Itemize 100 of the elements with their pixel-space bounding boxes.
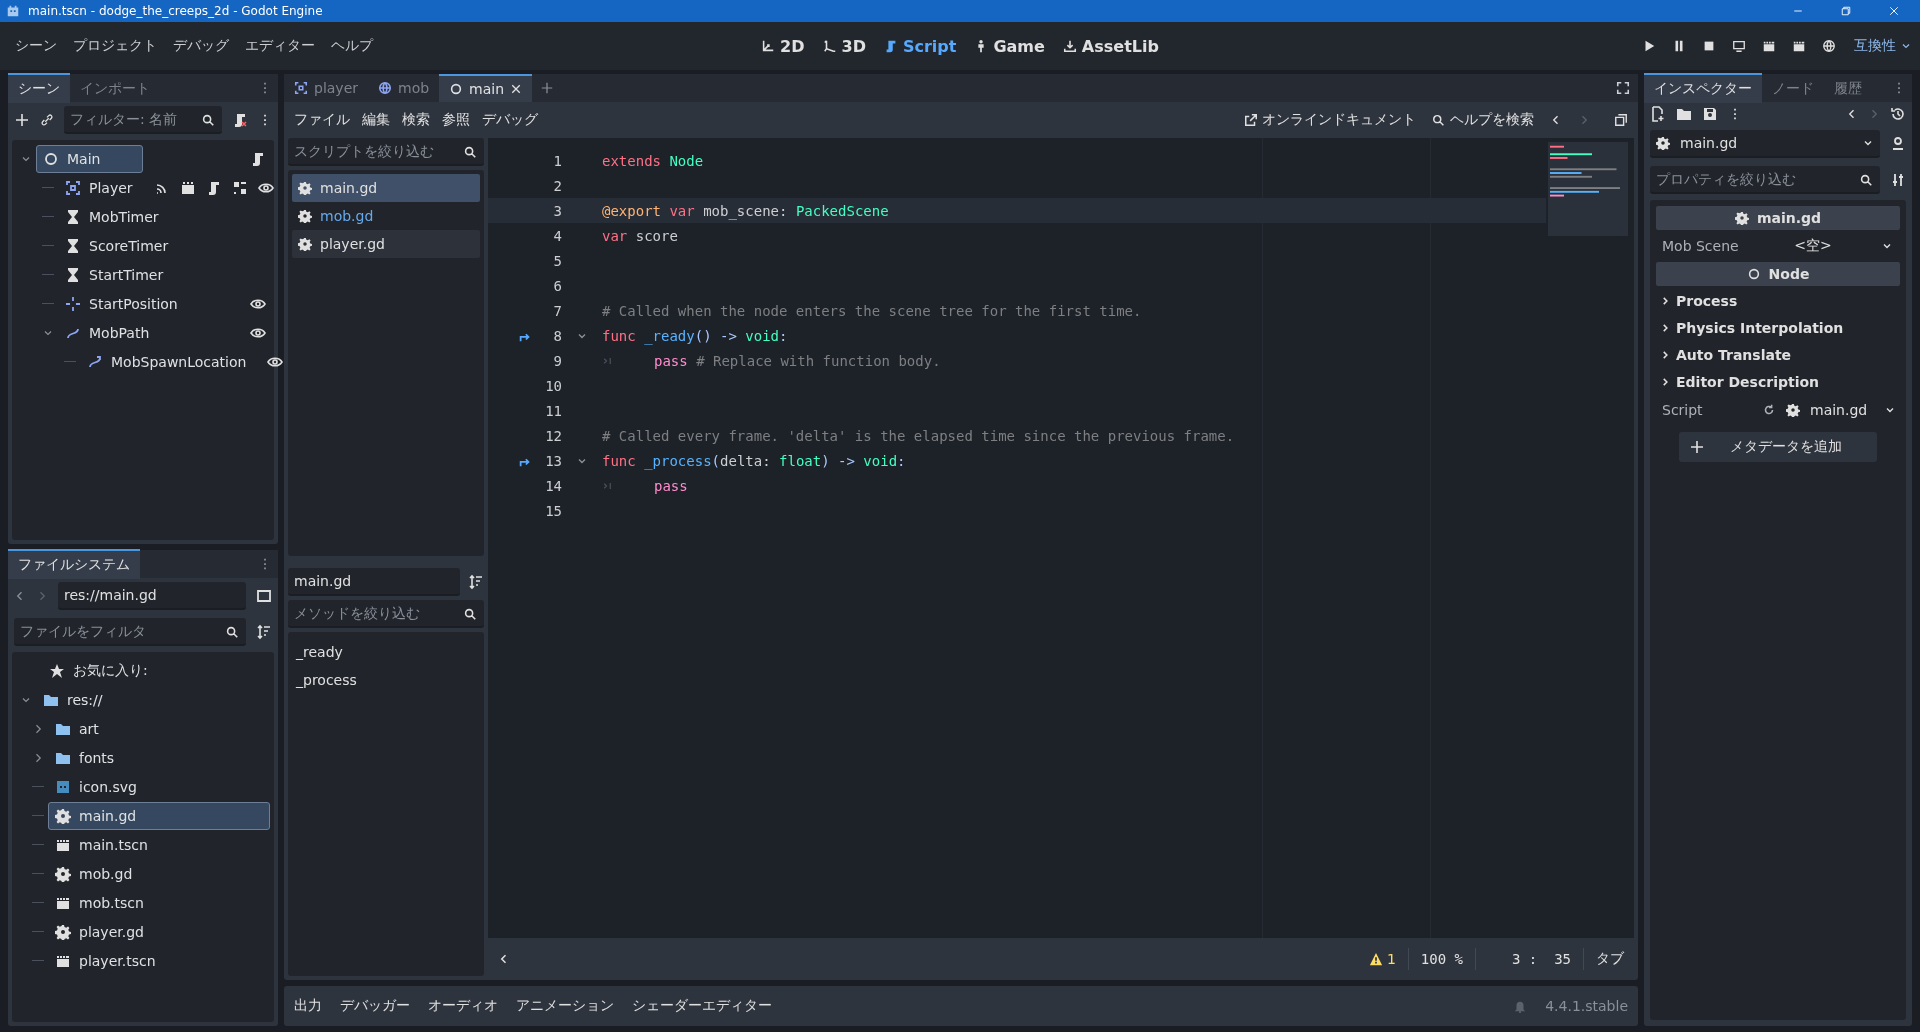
dock-tab[interactable]: シーン xyxy=(8,73,70,103)
dock-tab[interactable]: ノード xyxy=(1762,74,1824,102)
property-value[interactable]: main.gd xyxy=(1786,402,1868,418)
tree-item[interactable]: player.tscn xyxy=(48,946,163,975)
resource-dropdown[interactable]: main.gd xyxy=(1650,130,1880,158)
dock-tab[interactable]: インポート xyxy=(70,74,160,102)
menu-item[interactable]: ファイル xyxy=(294,111,350,129)
code-line: extends Node xyxy=(602,152,704,169)
property-group[interactable]: Auto Translate xyxy=(1656,342,1900,367)
workspace-button[interactable]: 2D xyxy=(754,32,812,60)
code-line: @export var mob_scene: PackedScene xyxy=(602,202,889,219)
tree-item[interactable]: res:// xyxy=(36,685,110,714)
bottom-tab[interactable]: アニメーション xyxy=(516,997,614,1015)
tree-item[interactable]: お気に入り: xyxy=(42,656,155,685)
bottom-tab[interactable]: デバッガー xyxy=(340,997,410,1015)
property-group[interactable]: Process xyxy=(1656,288,1900,313)
method-item[interactable]: _ready xyxy=(292,638,480,666)
tree-item[interactable]: MobSpawnLocation xyxy=(80,347,254,376)
indent-mode[interactable]: タブ xyxy=(1596,950,1624,968)
zoom-level[interactable]: 100 % xyxy=(1420,951,1463,967)
property-group[interactable]: Physics Interpolation xyxy=(1656,315,1900,340)
editor-tab[interactable]: mob xyxy=(368,74,440,102)
dock-tab[interactable]: インスペクター xyxy=(1644,73,1762,103)
menu-item[interactable]: プロジェクト xyxy=(66,33,164,59)
filter-field[interactable]: メソッドを絞り込む xyxy=(288,600,484,628)
bottom-tab[interactable]: シェーダーエディター xyxy=(632,997,772,1015)
help-link[interactable]: ヘルプを検索 xyxy=(1432,111,1534,129)
add-metadata-button[interactable]: メタデータを追加 xyxy=(1679,432,1877,462)
script-item[interactable]: main.gd xyxy=(292,174,480,202)
tree-item[interactable]: mob.gd xyxy=(48,859,140,888)
code-line: # Called when the node enters the scene tree for the first time. xyxy=(602,302,1142,319)
line-number: 1 xyxy=(552,152,562,169)
dock-tab[interactable]: 履歴 xyxy=(1824,74,1872,102)
filter-field[interactable]: フィルター: 名前 xyxy=(64,106,222,134)
window-title: main.tscn - dodge_the_creeps_2d - Godot Engine xyxy=(28,4,323,18)
line-number: 8 xyxy=(552,327,562,344)
property-label: Script xyxy=(1662,402,1704,418)
workspace-button[interactable]: Game xyxy=(967,32,1052,60)
tree-item[interactable]: StartTimer xyxy=(58,260,171,289)
filter-field[interactable]: プロパティを絞り込む xyxy=(1650,166,1880,194)
line-number: 10 xyxy=(544,377,562,394)
section-header: Node xyxy=(1656,262,1900,286)
menu-item[interactable]: 参照 xyxy=(442,111,470,129)
tree-item[interactable]: MobPath xyxy=(58,318,157,347)
help-link[interactable]: オンラインドキュメント xyxy=(1244,111,1416,129)
warning-count[interactable]: 1 xyxy=(1368,951,1396,967)
menu-item[interactable]: デバッグ xyxy=(482,111,538,129)
line-number: 9 xyxy=(552,352,562,369)
code-line: func _ready() -> void: xyxy=(602,327,788,344)
script-name-field[interactable]: main.gd xyxy=(288,568,460,596)
tree-item[interactable]: StartPosition xyxy=(58,289,185,318)
line-number: 3 xyxy=(552,202,562,219)
version-label[interactable]: 4.4.1.stable xyxy=(1545,998,1628,1014)
line-number: 2 xyxy=(552,177,562,194)
line-number: 7 xyxy=(552,302,562,319)
tree-item[interactable]: ScoreTimer xyxy=(58,231,176,260)
code-line: pass xyxy=(654,477,688,494)
menu-item[interactable]: デバッグ xyxy=(166,33,236,59)
workspace-button[interactable]: Script xyxy=(876,32,964,60)
method-item[interactable]: _process xyxy=(292,666,480,694)
line-number: 12 xyxy=(544,427,562,444)
renderer-dropdown[interactable]: 互換性 xyxy=(1854,37,1896,55)
cursor-position: 3 : 35 xyxy=(1511,951,1571,967)
script-item[interactable]: player.gd xyxy=(292,230,480,258)
section-header: main.gd xyxy=(1656,206,1900,230)
property-group[interactable]: Editor Description xyxy=(1656,369,1900,394)
tree-item[interactable]: main.gd xyxy=(48,801,270,830)
bottom-tab[interactable]: 出力 xyxy=(294,997,322,1015)
filter-field[interactable]: ファイルをフィルタ xyxy=(14,618,246,646)
line-number: 6 xyxy=(552,277,562,294)
dock-tab[interactable]: ファイルシステム xyxy=(8,549,140,579)
tree-item[interactable]: Player xyxy=(58,173,140,202)
code-line: # Called every frame. 'delta' is the elapsed time since the previous frame. xyxy=(602,427,1235,444)
editor-tab[interactable]: main xyxy=(439,74,533,102)
tree-item[interactable]: MobTimer xyxy=(58,202,166,231)
workspace-button[interactable]: AssetLib xyxy=(1055,32,1166,60)
menu-item[interactable]: エディター xyxy=(238,33,322,59)
filter-field[interactable]: スクリプトを絞り込む xyxy=(288,138,484,166)
tree-item[interactable]: player.gd xyxy=(48,917,151,946)
tree-item[interactable]: art xyxy=(48,714,106,743)
property-value[interactable]: <空> xyxy=(1762,237,1864,255)
menu-item[interactable]: 編集 xyxy=(362,111,390,129)
code-line: var score xyxy=(602,227,678,244)
tree-item[interactable]: mob.tscn xyxy=(48,888,151,917)
path-field[interactable]: res://main.gd xyxy=(58,582,246,610)
tree-item[interactable]: fonts xyxy=(48,743,122,772)
tree-item[interactable]: main.tscn xyxy=(48,830,155,859)
editor-tab[interactable]: player xyxy=(284,74,368,102)
menu-item[interactable]: ヘルプ xyxy=(324,33,380,59)
bottom-tab[interactable]: オーディオ xyxy=(428,997,498,1015)
line-number: 4 xyxy=(552,227,562,244)
line-number: 14 xyxy=(544,477,562,494)
script-item[interactable]: mob.gd xyxy=(292,202,480,230)
menu-item[interactable]: 検索 xyxy=(402,111,430,129)
menu-item[interactable]: シーン xyxy=(8,33,64,59)
tree-item[interactable]: icon.svg xyxy=(48,772,144,801)
line-number: 15 xyxy=(544,502,562,519)
tree-item[interactable]: Main xyxy=(36,144,143,173)
workspace-button[interactable]: 3D xyxy=(815,32,873,60)
line-number: 11 xyxy=(544,402,562,419)
